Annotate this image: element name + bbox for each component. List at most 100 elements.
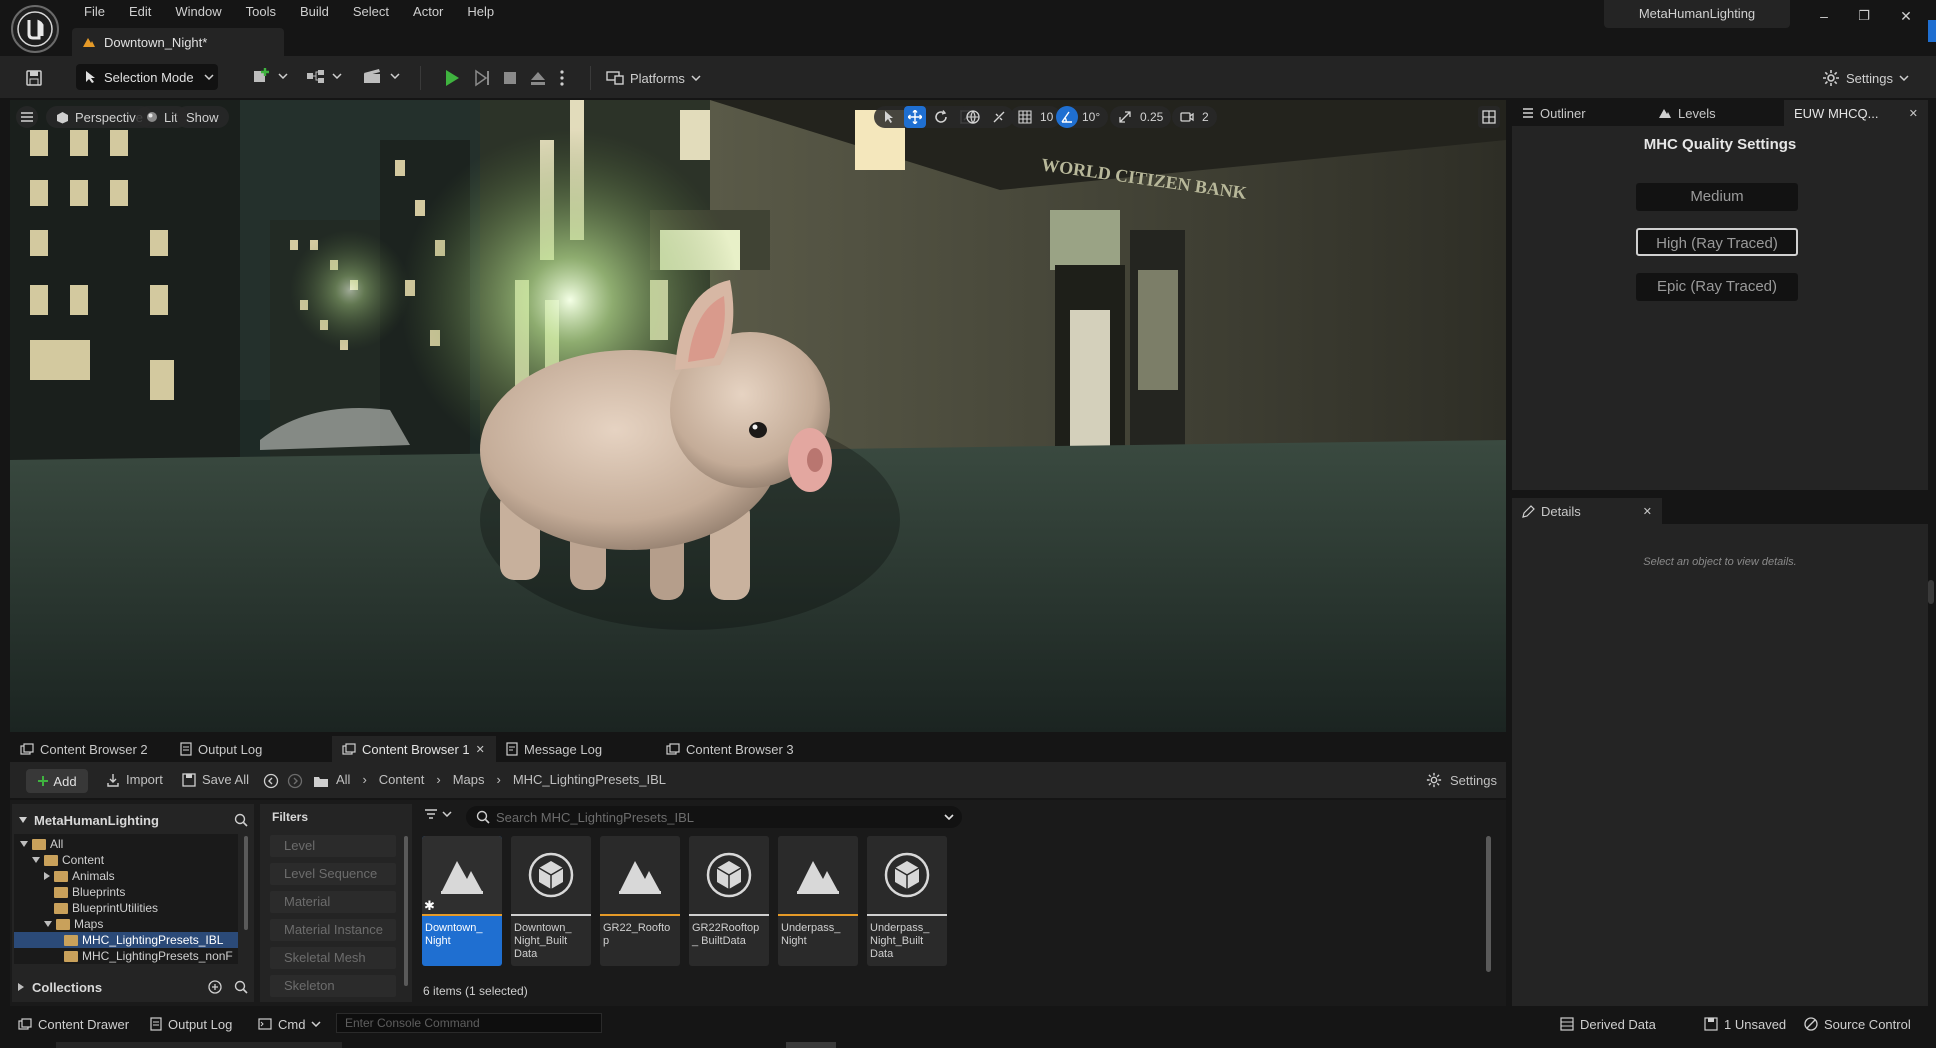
asset-tile[interactable]: Underpass_ Night_Built Data xyxy=(867,836,947,966)
grid-snap-control[interactable]: 10 xyxy=(1010,106,1062,128)
tab-euw-mhcq[interactable]: EUW MHCQ... ✕ xyxy=(1784,100,1928,126)
cinematics-button[interactable] xyxy=(362,68,400,84)
surface-snap-icon[interactable] xyxy=(988,106,1010,128)
add-actor-button[interactable] xyxy=(252,66,288,86)
filter-dropdown-button[interactable] xyxy=(424,808,452,820)
cb-settings-button[interactable]: Settings xyxy=(1426,772,1497,788)
menu-actor[interactable]: Actor xyxy=(401,0,455,24)
filter-skeletal-mesh[interactable]: Skeletal Mesh xyxy=(270,947,396,969)
platforms-button[interactable]: Platforms xyxy=(606,64,701,92)
back-icon[interactable] xyxy=(262,772,280,790)
breadcrumb-content[interactable]: Content xyxy=(379,772,425,787)
menu-edit[interactable]: Edit xyxy=(117,0,163,24)
tree-item-all[interactable]: All xyxy=(14,836,244,852)
asset-search-field[interactable]: Search MHC_LightingPresets_IBL xyxy=(466,806,962,828)
menu-help[interactable]: Help xyxy=(455,0,506,24)
folder-icon[interactable] xyxy=(312,773,330,789)
advance-frame-icon[interactable] xyxy=(470,66,494,90)
tree-header[interactable]: MetaHumanLighting xyxy=(18,810,248,830)
camera-speed-control[interactable]: 2 xyxy=(1172,106,1217,128)
menu-window[interactable]: Window xyxy=(163,0,233,24)
filter-material[interactable]: Material xyxy=(270,891,396,913)
menu-tools[interactable]: Tools xyxy=(234,0,288,24)
tree-item-mhc-ibl[interactable]: MHC_LightingPresets_IBL xyxy=(14,932,238,948)
quality-medium-button[interactable]: Medium xyxy=(1636,183,1798,211)
tab-levels[interactable]: Levels xyxy=(1648,100,1784,126)
menu-file[interactable]: File xyxy=(72,0,117,24)
restore-button[interactable]: ❐ xyxy=(1846,2,1882,30)
cmd-dropdown[interactable]: Cmd xyxy=(258,1010,321,1038)
filter-material-instance[interactable]: Material Instance xyxy=(270,919,396,941)
close-tab-icon[interactable]: ✕ xyxy=(1643,505,1652,518)
quality-epic-button[interactable]: Epic (Ray Traced) xyxy=(1636,273,1798,301)
menu-build[interactable]: Build xyxy=(288,0,341,24)
search-icon[interactable] xyxy=(234,813,248,827)
close-tab-icon[interactable]: ✕ xyxy=(1909,107,1918,120)
play-icon[interactable] xyxy=(440,66,464,90)
unsaved-button[interactable]: 1 Unsaved xyxy=(1704,1010,1786,1038)
breadcrumb-current[interactable]: MHC_LightingPresets_IBL xyxy=(513,772,666,787)
filter-skeleton[interactable]: Skeleton xyxy=(270,975,396,997)
tree-item-blueprintutilities[interactable]: BlueprintUtilities xyxy=(14,900,244,916)
save-icon[interactable] xyxy=(22,66,46,90)
forward-icon[interactable] xyxy=(286,772,304,790)
right-scrollbar-thumb[interactable] xyxy=(1928,580,1934,604)
asset-scrollbar[interactable] xyxy=(1486,836,1491,972)
content-drawer-button[interactable]: Content Drawer xyxy=(18,1010,129,1038)
tree-item-content[interactable]: Content xyxy=(14,852,244,868)
tree-item-blueprints[interactable]: Blueprints xyxy=(14,884,244,900)
rotation-snap-control[interactable]: 10° xyxy=(1056,106,1109,128)
search-icon[interactable] xyxy=(234,980,248,994)
save-all-button[interactable]: Save All xyxy=(182,772,249,787)
add-collection-icon[interactable] xyxy=(208,980,222,994)
source-control-button[interactable]: Source Control xyxy=(1804,1010,1911,1038)
viewport-layout-icon[interactable] xyxy=(1478,106,1500,128)
console-command-input[interactable]: Enter Console Command xyxy=(336,1013,602,1033)
status-output-log-button[interactable]: Output Log xyxy=(150,1010,232,1038)
more-options-icon[interactable] xyxy=(556,66,568,90)
selection-mode-dropdown[interactable]: Selection Mode xyxy=(76,64,218,90)
tab-content-browser-2[interactable]: Content Browser 2 xyxy=(10,736,170,762)
tree-item-maps[interactable]: Maps xyxy=(14,916,244,932)
hamburger-menu-icon[interactable] xyxy=(16,106,38,128)
tree-scrollbar[interactable] xyxy=(244,836,248,930)
tab-details[interactable]: Details ✕ xyxy=(1512,498,1662,524)
eject-icon[interactable] xyxy=(526,66,550,90)
asset-tile[interactable]: Downtown_ Night_Built Data xyxy=(511,836,591,966)
tree-item-animals[interactable]: Animals xyxy=(14,868,244,884)
unreal-logo-icon[interactable] xyxy=(11,5,59,53)
show-dropdown[interactable]: Show xyxy=(176,106,229,128)
settings-button[interactable]: Settings xyxy=(1822,64,1909,92)
breadcrumb-all[interactable]: All xyxy=(336,772,350,787)
scale-snap-control[interactable]: 0.25 xyxy=(1110,106,1172,128)
minimize-button[interactable]: – xyxy=(1806,2,1842,30)
stop-icon[interactable] xyxy=(498,66,522,90)
tab-content-browser-1[interactable]: Content Browser 1 ✕ xyxy=(332,736,496,762)
filters-scrollbar[interactable] xyxy=(404,836,408,986)
derived-data-button[interactable]: Derived Data xyxy=(1560,1010,1656,1038)
translate-tool-icon[interactable] xyxy=(904,106,926,128)
rotate-tool-icon[interactable] xyxy=(930,106,952,128)
chevron-down-icon[interactable] xyxy=(944,814,954,820)
tab-content-browser-3[interactable]: Content Browser 3 xyxy=(656,736,816,762)
close-tab-icon[interactable]: ✕ xyxy=(476,743,485,756)
add-button[interactable]: Add xyxy=(26,769,88,793)
tab-output-log[interactable]: Output Log xyxy=(170,736,332,762)
asset-tile[interactable]: GR22Rooftop_ BuiltData xyxy=(689,836,769,966)
tree-item-mhc-nonf[interactable]: MHC_LightingPresets_nonF xyxy=(14,948,238,964)
level-tab[interactable]: Downtown_Night* xyxy=(72,28,284,56)
filter-level-sequence[interactable]: Level Sequence xyxy=(270,863,396,885)
filter-level[interactable]: Level xyxy=(270,835,396,857)
world-space-icon[interactable] xyxy=(962,106,984,128)
blueprints-button[interactable] xyxy=(306,68,342,84)
tab-message-log[interactable]: Message Log xyxy=(496,736,656,762)
breadcrumb-maps[interactable]: Maps xyxy=(453,772,485,787)
tab-outliner[interactable]: Outliner xyxy=(1512,100,1648,126)
quality-high-button[interactable]: High (Ray Traced) xyxy=(1636,228,1798,256)
asset-tile[interactable]: Underpass_ Night xyxy=(778,836,858,966)
import-button[interactable]: Import xyxy=(106,772,163,787)
asset-tile[interactable]: GR22_Rooftop xyxy=(600,836,680,966)
level-viewport[interactable]: WORLD CITIZEN BANK Perspective Lit Show … xyxy=(10,100,1506,732)
menu-select[interactable]: Select xyxy=(341,0,401,24)
select-tool-icon[interactable] xyxy=(878,106,900,128)
